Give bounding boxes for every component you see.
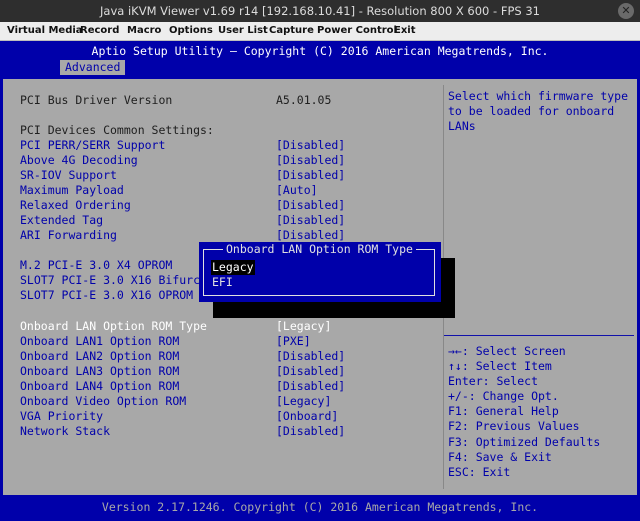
menu-macro[interactable]: Macro xyxy=(127,22,161,40)
menu-record[interactable]: Record xyxy=(80,22,119,40)
key-save-exit: F4: Save & Exit xyxy=(448,449,552,464)
menu-capture[interactable]: Capture xyxy=(269,22,314,40)
bios-header: Aptio Setup Utility – Copyright (C) 2016… xyxy=(0,41,640,77)
setting-above-4g-decoding[interactable]: Above 4G Decoding [Disabled] xyxy=(20,153,440,168)
bios-title: Aptio Setup Utility – Copyright (C) 2016… xyxy=(91,44,549,58)
menu-bar: Virtual Media Record Macro Options User … xyxy=(0,22,640,41)
key-optimized-defaults: F3: Optimized Defaults xyxy=(448,434,601,449)
setting-maximum-payload[interactable]: Maximum Payload [Auto] xyxy=(20,183,440,198)
setting-vga-priority[interactable]: VGA Priority [Onboard] xyxy=(20,409,440,424)
key-select-screen: →←: Select Screen xyxy=(448,344,566,358)
key-general-help: F1: General Help xyxy=(448,404,559,419)
setting-network-stack[interactable]: Network Stack [Disabled] xyxy=(20,424,440,439)
setting-relaxed-ordering[interactable]: Relaxed Ordering [Disabled] xyxy=(20,198,440,213)
tab-advanced[interactable]: Advanced xyxy=(60,60,126,75)
key-select-item: ↑↓: Select Item xyxy=(448,359,552,374)
popup-title: Onboard LAN Option ROM Type xyxy=(223,242,416,257)
setting-sr-iov-support[interactable]: SR-IOV Support [Disabled] xyxy=(20,168,440,183)
setting-pci-perr-serr-support[interactable]: PCI PERR/SERR Support [Disabled] xyxy=(20,138,440,153)
setting-onboard-lan3-rom[interactable]: Onboard LAN3 Option ROM [Disabled] xyxy=(20,364,440,379)
help-divider xyxy=(444,335,634,336)
option-popup: Onboard LAN Option ROM Type Legacy EFI xyxy=(199,242,441,302)
key-esc-exit: ESC: Exit xyxy=(448,464,511,479)
setting-onboard-lan-rom-type[interactable]: Onboard LAN Option ROM Type [Legacy] xyxy=(20,319,440,334)
section-pci-common-settings: PCI Devices Common Settings: xyxy=(20,123,214,137)
close-window-button[interactable]: ✕ xyxy=(618,3,634,19)
key-enter-select: Enter: Select xyxy=(448,374,539,389)
setting-onboard-lan4-rom[interactable]: Onboard LAN4 Option ROM [Disabled] xyxy=(20,379,440,394)
key-legend: →←: Select Screen ↑↓: Select Item Enter:… xyxy=(448,344,632,480)
help-pane: Select which firmware type to be loaded … xyxy=(443,85,635,489)
setting-onboard-lan2-rom[interactable]: Onboard LAN2 Option ROM [Disabled] xyxy=(20,349,440,364)
window-title-bar: Java iKVM Viewer v1.69 r14 [192.168.10.4… xyxy=(0,0,640,22)
bios-screen[interactable]: Aptio Setup Utility – Copyright (C) 2016… xyxy=(0,41,640,521)
menu-virtual-media[interactable]: Virtual Media xyxy=(7,22,83,40)
window-title: Java iKVM Viewer v1.69 r14 [192.168.10.4… xyxy=(100,4,540,18)
setting-extended-tag[interactable]: Extended Tag [Disabled] xyxy=(20,213,440,228)
menu-exit[interactable]: Exit xyxy=(394,22,416,40)
setting-ari-forwarding[interactable]: ARI Forwarding [Disabled] xyxy=(20,228,440,243)
popup-option-legacy[interactable]: Legacy xyxy=(211,260,255,275)
key-change-opt: +/-: Change Opt. xyxy=(448,389,559,404)
popup-option-efi[interactable]: EFI xyxy=(211,275,234,290)
help-text: Select which firmware type to be loaded … xyxy=(448,89,629,133)
menu-power-control[interactable]: Power Control xyxy=(317,22,397,40)
key-previous-values: F2: Previous Values xyxy=(448,419,580,434)
menu-options[interactable]: Options xyxy=(169,22,213,40)
setting-pci-bus-driver-version: PCI Bus Driver Version A5.01.05 xyxy=(20,93,332,107)
setting-onboard-video-rom[interactable]: Onboard Video Option ROM [Legacy] xyxy=(20,394,440,409)
setting-onboard-lan1-rom[interactable]: Onboard LAN1 Option ROM [PXE] xyxy=(20,334,440,349)
bios-footer: Version 2.17.1246. Copyright (C) 2016 Am… xyxy=(0,497,640,517)
menu-user-list[interactable]: User List xyxy=(218,22,268,40)
